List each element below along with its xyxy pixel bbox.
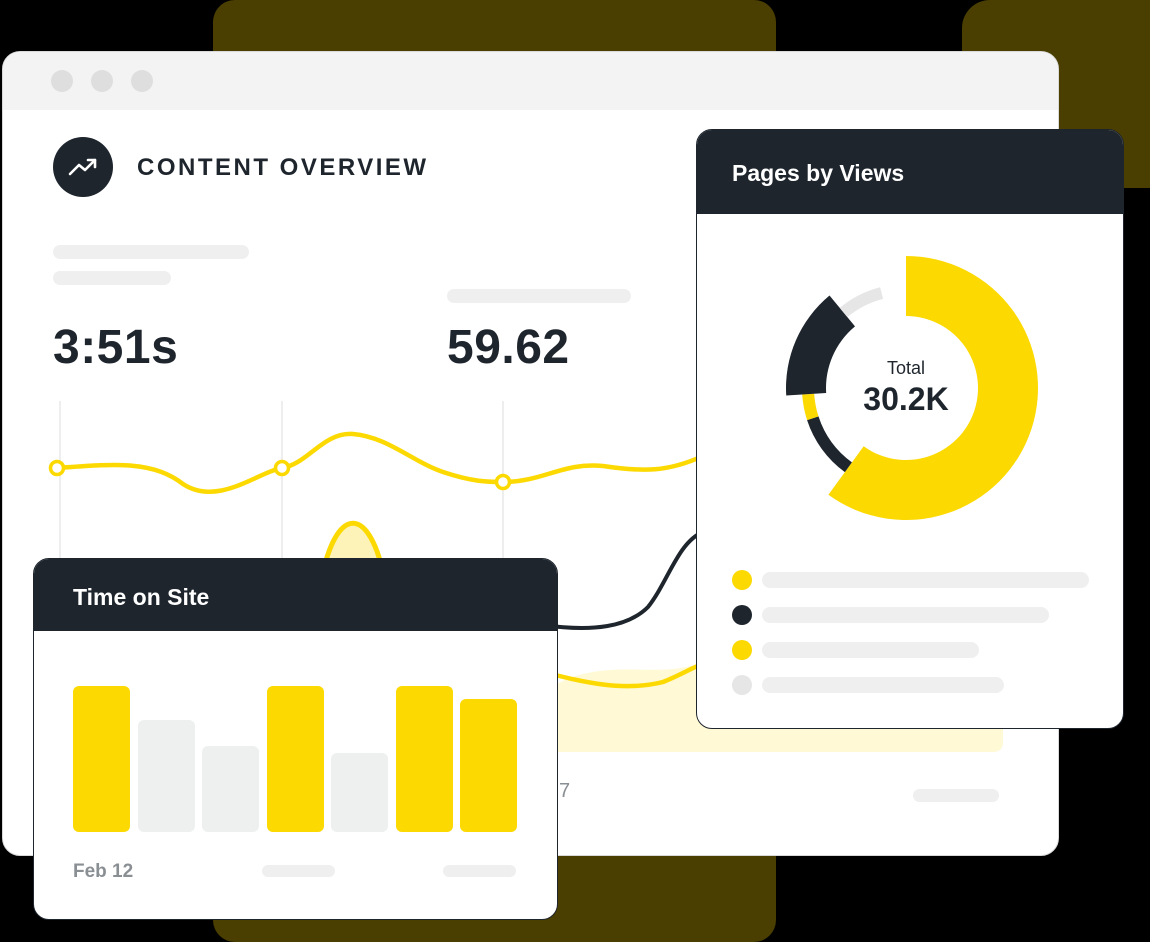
pages-by-views-card: Pages by Views Total 30.2K <box>696 129 1124 729</box>
time-on-site-card: Time on Site Feb 12 <box>33 558 558 920</box>
chart-bar[interactable] <box>460 699 517 832</box>
chart-data-point <box>494 473 512 491</box>
card-header: Pages by Views <box>697 130 1123 214</box>
donut-total-label: Total <box>886 358 926 378</box>
chart-bar[interactable] <box>202 745 259 832</box>
x-axis-label: 7 <box>559 780 571 802</box>
x-axis-label-placeholder <box>262 865 335 877</box>
chart-data-point <box>273 459 291 477</box>
legend-marker <box>732 675 752 695</box>
donut-segment[interactable] <box>839 287 884 318</box>
legend-marker <box>732 605 752 625</box>
chart-bar[interactable] <box>331 753 388 832</box>
card-title: Pages by Views <box>732 160 905 186</box>
chart-bar[interactable] <box>73 686 130 832</box>
legend-marker <box>732 570 752 590</box>
legend-label-placeholder <box>762 572 1089 588</box>
donut-segment[interactable] <box>807 416 852 473</box>
legend-marker <box>732 640 752 660</box>
donut-total-value: 30.2K <box>863 381 949 417</box>
chart-bar[interactable] <box>395 686 453 832</box>
x-axis-label: Feb 12 <box>73 861 134 882</box>
chart-bar[interactable] <box>137 719 195 832</box>
pages-donut-chart <box>786 256 1038 520</box>
chart-data-point <box>48 459 66 477</box>
text-placeholder <box>913 789 999 802</box>
legend-label-placeholder <box>762 642 979 658</box>
legend-label-placeholder <box>762 607 1049 623</box>
x-axis-label-placeholder <box>443 865 516 877</box>
legend-label-placeholder <box>762 677 1004 693</box>
chart-bar[interactable] <box>266 686 324 832</box>
